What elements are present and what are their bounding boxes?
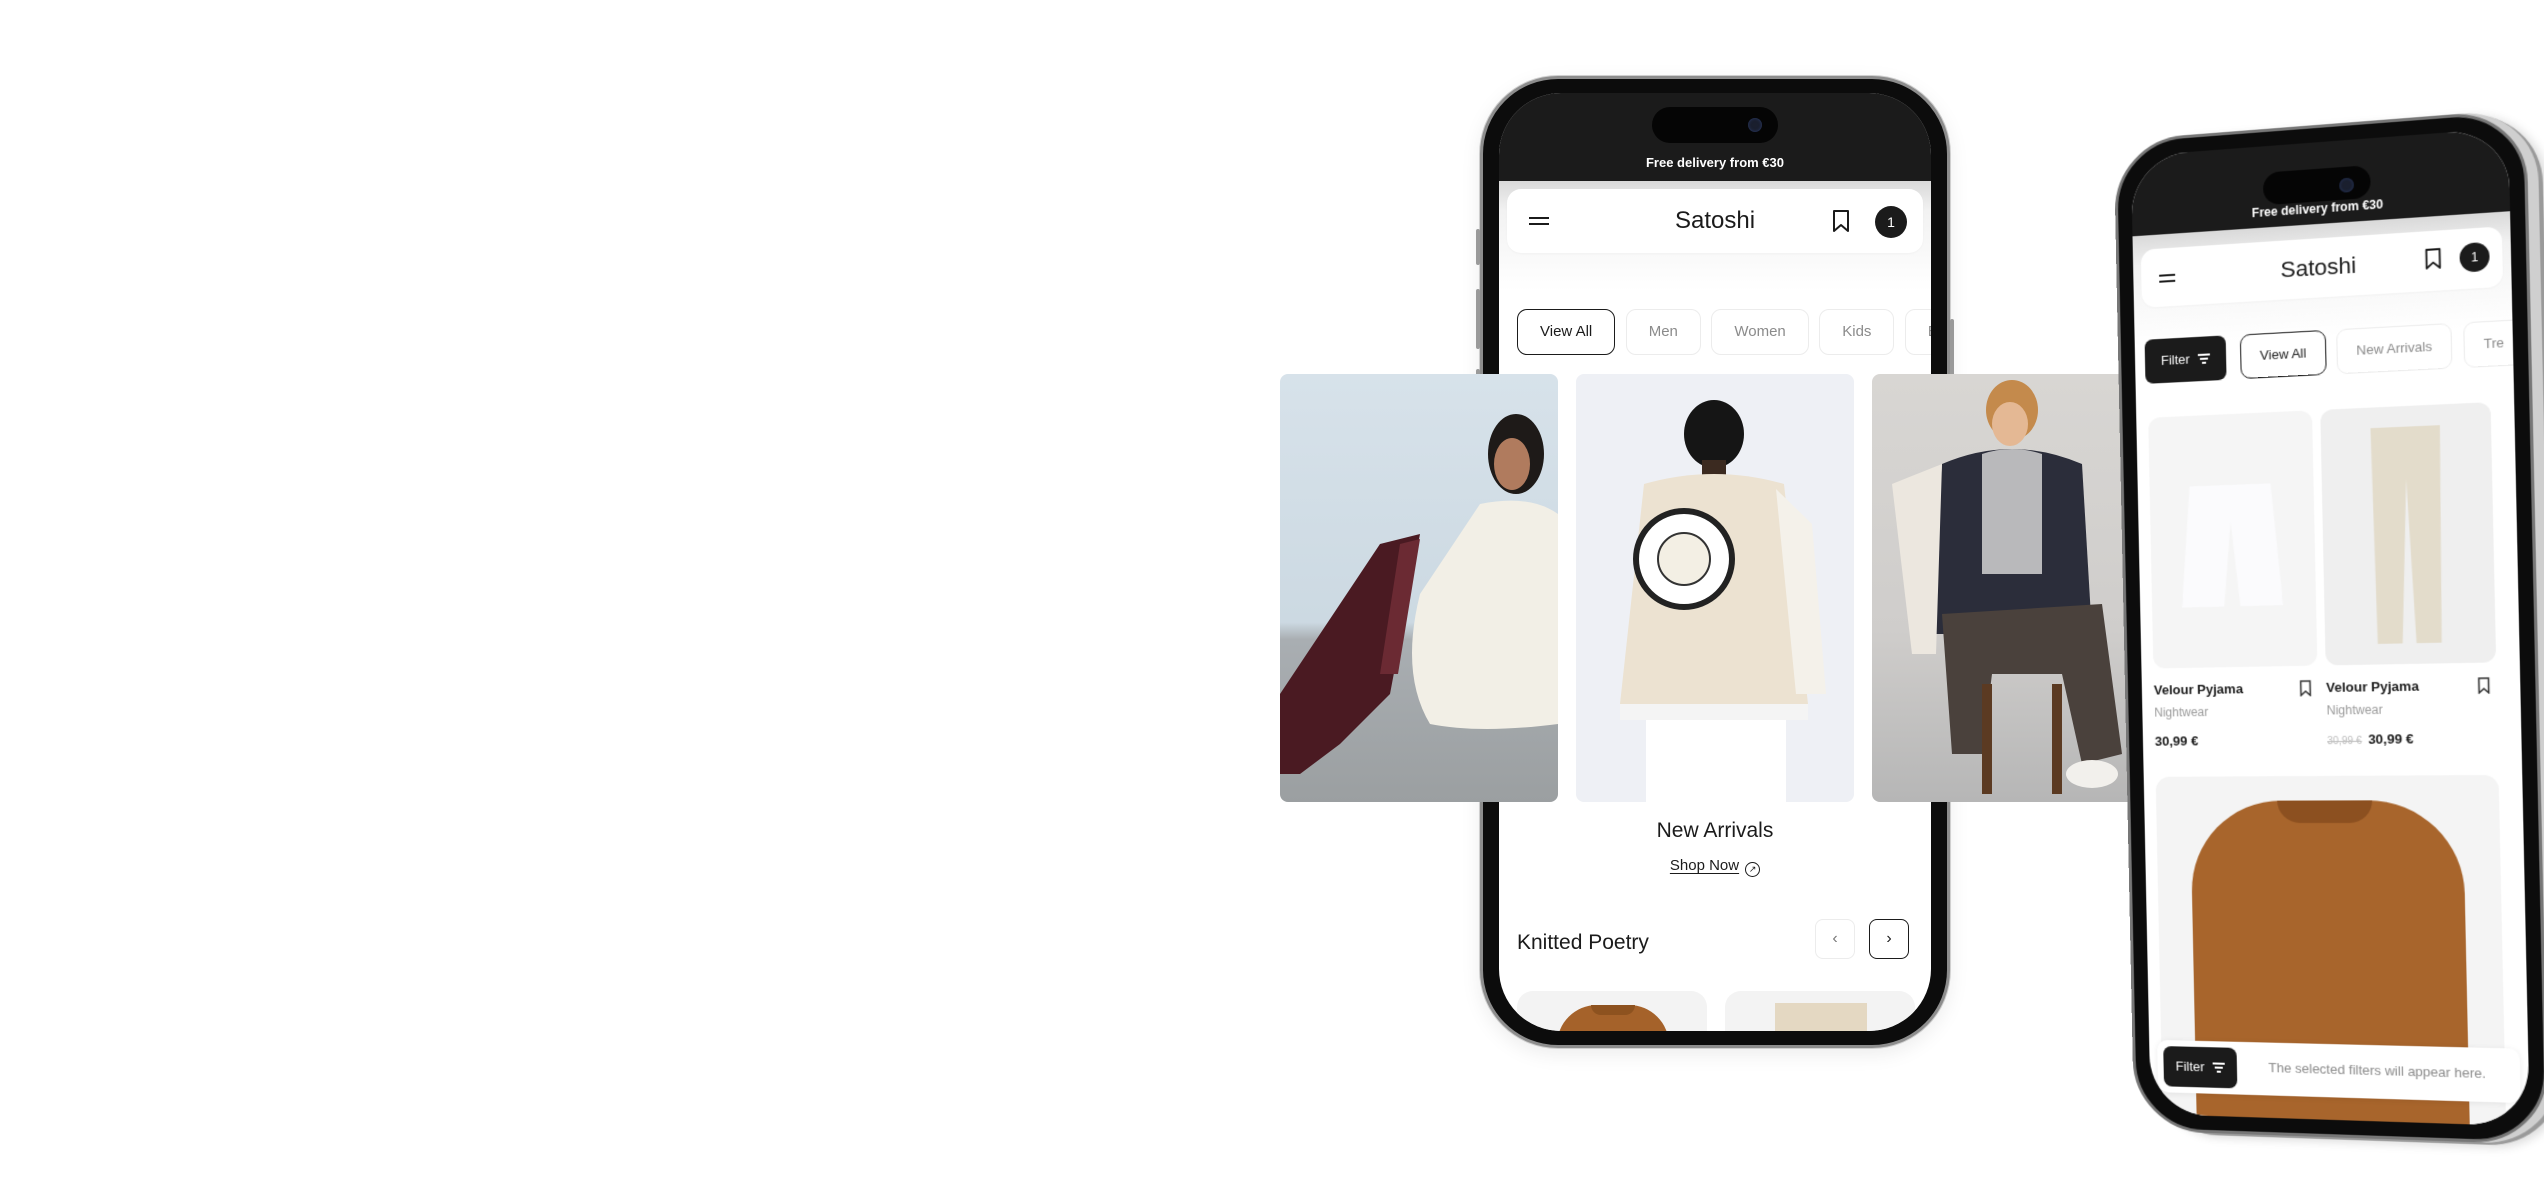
hero-title: New Arrivals <box>1656 819 1774 842</box>
skirt-image <box>1775 1003 1867 1031</box>
beige-trousers-image <box>2370 425 2444 644</box>
chip-women[interactable]: Women <box>1711 309 1809 355</box>
product-image-card[interactable] <box>2320 402 2497 666</box>
volume-up-button <box>1476 289 1480 349</box>
app-header: Satoshi 1 <box>1507 189 1923 253</box>
bookmark-icon[interactable] <box>2423 247 2443 271</box>
carousel-prev-button[interactable]: ‹ <box>1815 919 1855 959</box>
phone-frame: Free delivery from €30 Satoshi 1 Filter … <box>2113 108 2544 1145</box>
mockup-stage: Free delivery from €30 Satoshi 1 View Al… <box>0 0 2544 1200</box>
filter-button[interactable]: Filter <box>2163 1046 2238 1089</box>
filter-icon <box>2197 353 2210 364</box>
shop-now-row: Shop Now ↗ <box>1499 857 1931 877</box>
bookmark-icon[interactable] <box>2299 680 2312 697</box>
product-price-row: 30,99 € <box>2155 732 2317 749</box>
filter-button[interactable]: Filter <box>2144 335 2227 384</box>
product-info: Velour Pyjama Nightwear 30,99 € 30,99 € <box>2326 677 2496 747</box>
phone-catalog-screen: Free delivery from €30 Satoshi 1 Filter … <box>2113 107 2544 1152</box>
promo-bar: Free delivery from €30 <box>1499 93 1931 181</box>
chip-new-arrivals[interactable]: New Arrivals <box>2336 322 2453 375</box>
product-price-row: 30,99 € 30,99 € <box>2327 730 2496 747</box>
chip-view-all[interactable]: View All <box>1517 309 1616 355</box>
section-title: Knitted Poetry <box>1517 931 1649 954</box>
hero-image-woman[interactable] <box>1280 374 1558 802</box>
hero-image-man-on-chair[interactable] <box>1872 374 2134 802</box>
carousel-next-button[interactable]: › <box>1869 919 1909 959</box>
chip-men[interactable]: Men <box>1625 309 1701 355</box>
man-on-chair-illustration <box>1892 380 2122 794</box>
arrow-up-right-circle-icon[interactable]: ↗ <box>1745 862 1761 877</box>
brand-title: Satoshi <box>1674 207 1756 234</box>
filter-icon <box>2212 1062 2225 1073</box>
shop-now-link[interactable]: Shop Now <box>1670 857 1739 874</box>
category-chips: View All Men Women Kids Be <box>1517 309 1931 355</box>
chevron-left-icon: ‹ <box>1832 930 1838 947</box>
filters-hint: The selected filters will appear here. <box>2268 1059 2487 1082</box>
side-button <box>1476 229 1480 265</box>
varsity-jacket-back-illustration <box>1620 400 1826 802</box>
cart-badge[interactable]: 1 <box>1875 206 1907 238</box>
product-name[interactable]: Velour Pyjama <box>2154 680 2316 697</box>
chevron-right-icon: › <box>1886 930 1892 947</box>
hero-image-varsity-back[interactable] <box>1576 374 1854 802</box>
sweater-image <box>1557 1005 1669 1031</box>
product-image-card[interactable] <box>2148 410 2318 669</box>
brand-title: Satoshi <box>2280 252 2357 283</box>
product-card-skirt[interactable] <box>1725 991 1915 1031</box>
chip-view-all[interactable]: View All <box>2240 329 2327 380</box>
dynamic-island <box>1652 107 1778 143</box>
product-name[interactable]: Velour Pyjama <box>2326 677 2495 695</box>
camera-icon <box>1748 118 1762 132</box>
bookmark-icon[interactable] <box>1831 209 1851 233</box>
product-price: 30,99 € <box>2367 731 2414 747</box>
product-category: Nightwear <box>2154 704 2209 720</box>
woman-in-white-dress-illustration <box>1280 414 1558 774</box>
product-card-sweater[interactable] <box>1517 991 1707 1031</box>
filter-label: Filter <box>2160 351 2190 369</box>
filter-label: Filter <box>2175 1058 2205 1075</box>
product-category: Nightwear <box>2326 702 2383 718</box>
bookmark-icon[interactable] <box>2477 677 2490 694</box>
product-price: 30,99 € <box>2154 733 2199 749</box>
chip-be[interactable]: Be <box>1904 309 1931 355</box>
selected-filters-bar: Filter The selected filters will appear … <box>2157 1039 2521 1104</box>
product-old-price: 30,99 € <box>2327 735 2362 748</box>
white-shorts-image <box>2180 483 2284 608</box>
chip-kids[interactable]: Kids <box>1819 309 1895 355</box>
chip-trending[interactable]: Tre <box>2462 319 2526 369</box>
screen: Free delivery from €30 Satoshi 1 Filter … <box>2130 127 2530 1127</box>
product-info: Velour Pyjama Nightwear 30,99 € <box>2154 680 2317 749</box>
promo-banner-text: Free delivery from €30 <box>1645 155 1785 170</box>
camera-icon <box>2339 177 2354 193</box>
